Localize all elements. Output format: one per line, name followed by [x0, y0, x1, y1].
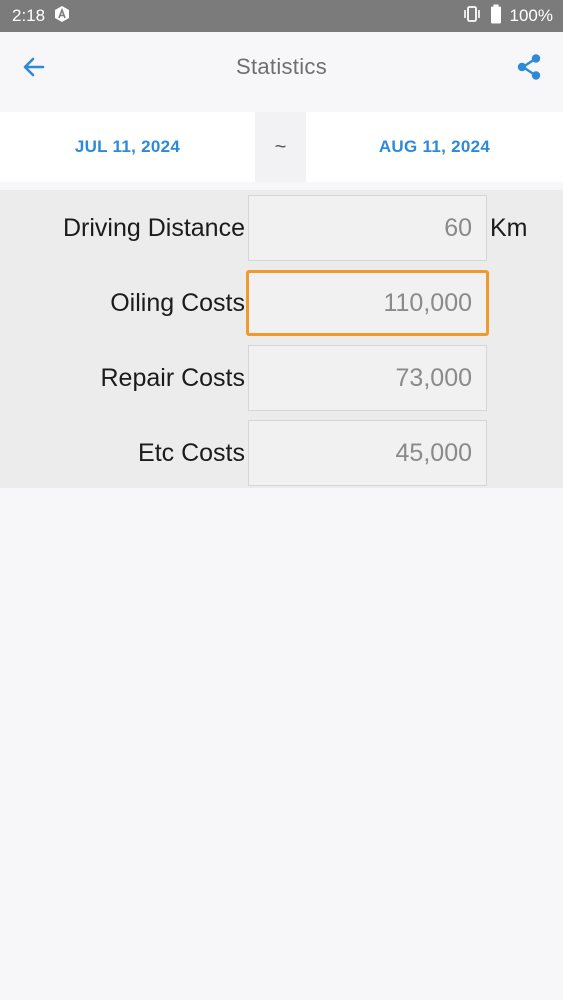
driving-distance-label: Driving Distance: [62, 213, 245, 242]
app-bar: Statistics: [0, 32, 563, 102]
battery-percent: 100%: [509, 6, 553, 25]
back-button[interactable]: [14, 49, 54, 85]
etc-costs-row: Etc Costs 45,000: [0, 420, 563, 486]
repair-costs-row: Repair Costs 73,000: [0, 345, 563, 411]
end-date-button[interactable]: AUG 11, 2024: [306, 112, 563, 182]
share-button[interactable]: [509, 49, 549, 85]
oiling-costs-field[interactable]: 110,000: [246, 270, 489, 336]
etc-costs-label: Etc Costs: [138, 438, 245, 467]
status-bar: 2:18 100%: [0, 0, 563, 32]
etc-costs-field[interactable]: 45,000: [248, 420, 487, 486]
arrow-left-icon: [23, 57, 45, 77]
page-title: Statistics: [235, 54, 328, 79]
status-left: 2:18: [12, 5, 71, 28]
date-separator: ~: [255, 112, 306, 182]
driving-distance-row: Driving Distance 60 Km: [0, 195, 563, 261]
share-icon: [517, 54, 541, 80]
date-range-row: JUL 11, 2024 ~ AUG 11, 2024: [0, 112, 563, 182]
stats-panel: Driving Distance 60 Km Oiling Costs 110,…: [0, 190, 563, 488]
battery-icon: [490, 4, 502, 29]
distance-unit: Km: [490, 213, 528, 242]
oiling-costs-row: Oiling Costs 110,000: [0, 270, 563, 336]
driving-distance-field[interactable]: 60: [248, 195, 487, 261]
oiling-costs-label: Oiling Costs: [110, 288, 245, 317]
start-date-button[interactable]: JUL 11, 2024: [0, 112, 255, 182]
android-a-icon: [53, 5, 71, 28]
vibrate-icon: [462, 5, 482, 28]
status-right: 100%: [462, 4, 553, 29]
repair-costs-label: Repair Costs: [100, 363, 246, 392]
status-time: 2:18: [12, 6, 46, 25]
repair-costs-field[interactable]: 73,000: [248, 345, 487, 411]
